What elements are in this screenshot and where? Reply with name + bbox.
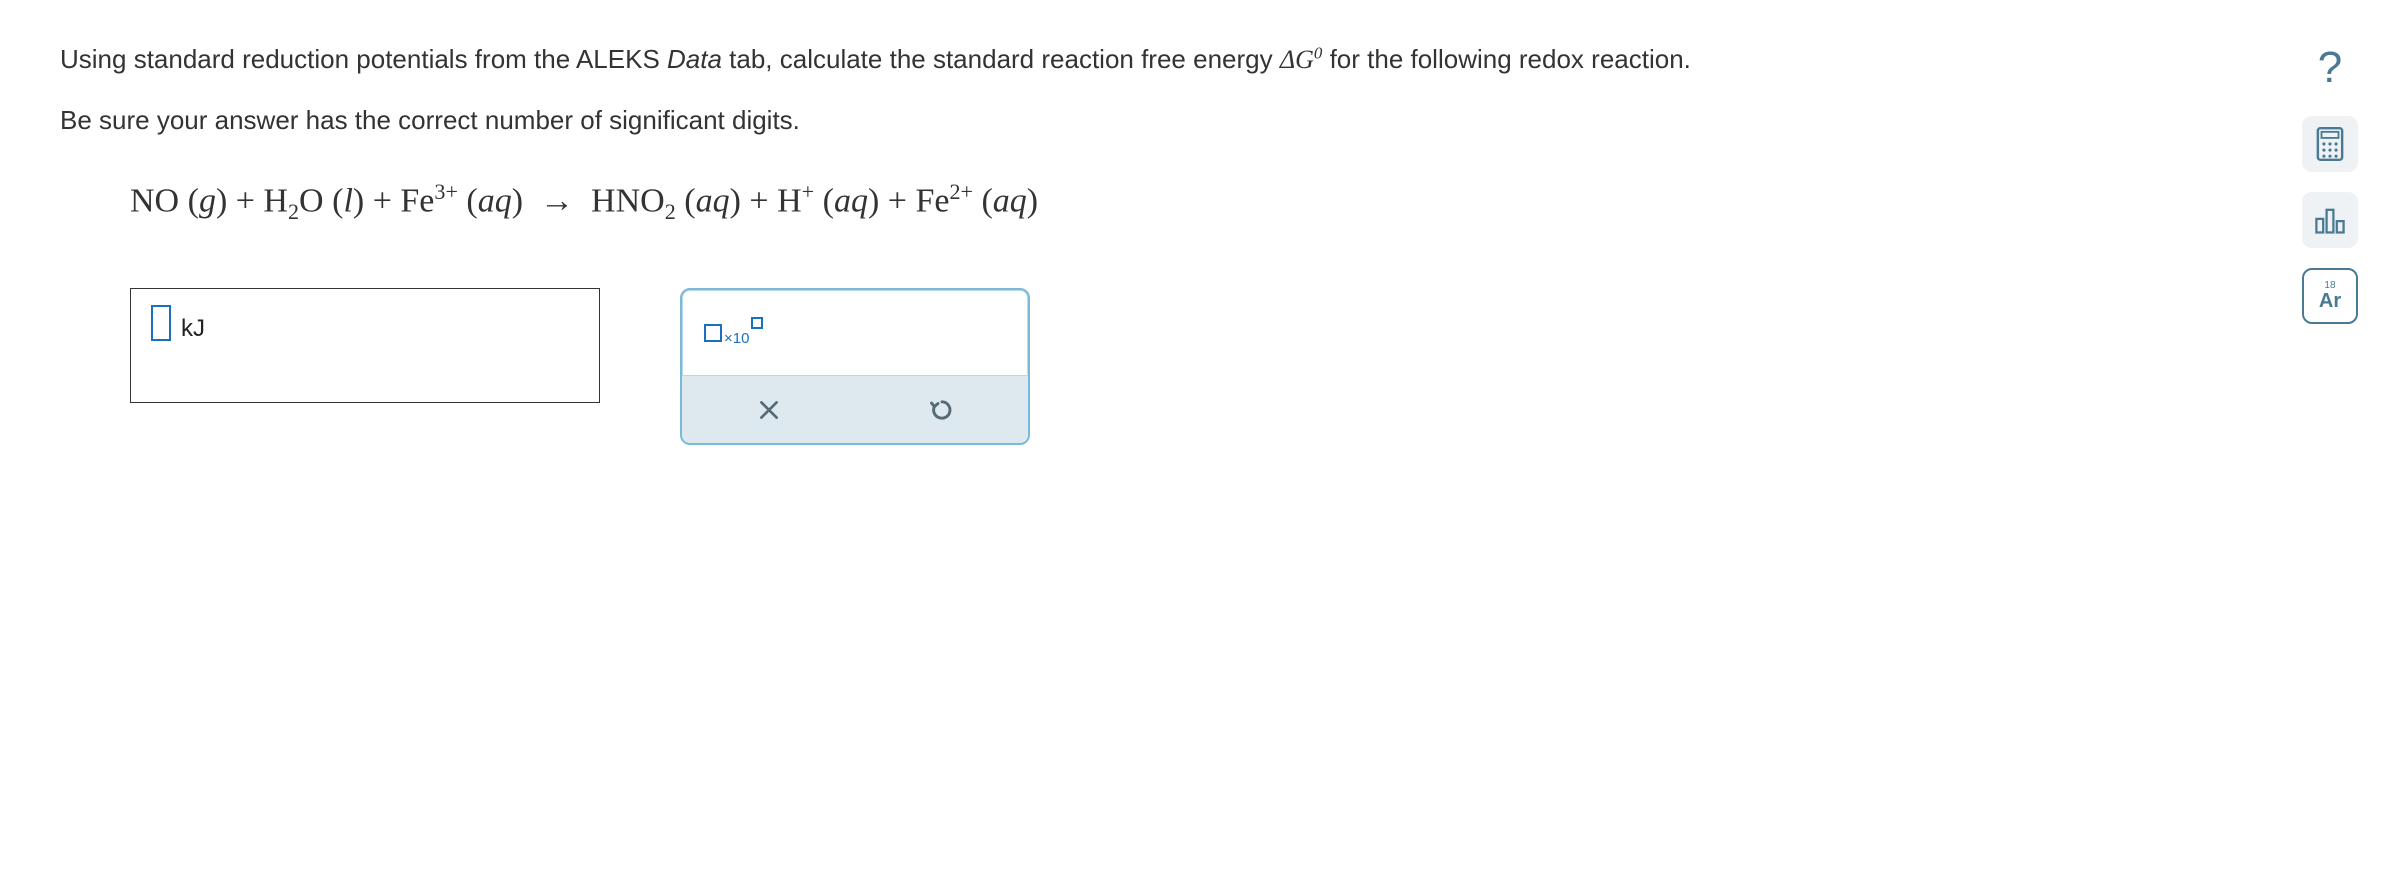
tools-bottom [682, 375, 1028, 443]
tools-panel: ×10 [680, 288, 1030, 445]
question-line-2: Be sure your answer has the correct numb… [60, 101, 2328, 140]
q1-post: for the following redox reaction. [1322, 44, 1691, 74]
undo-icon [928, 396, 956, 424]
q1-pre: Using standard reduction potentials from… [60, 44, 667, 74]
sci-exponent-box-icon [751, 318, 763, 348]
q1-mid: tab, calculate the standard reaction fre… [722, 44, 1280, 74]
scientific-notation-button[interactable]: ×10 [704, 318, 763, 348]
answer-row: kJ ×10 [130, 288, 2328, 445]
question-line-1: Using standard reduction potentials from… [60, 40, 2328, 79]
tools-top: ×10 [682, 290, 1028, 375]
bar-chart-icon [2313, 205, 2347, 235]
x-icon [756, 397, 782, 423]
periodic-icon: 18 Ar [2319, 281, 2341, 311]
sidebar: ? 18 Ar [2302, 40, 2358, 324]
question-area: Using standard reduction potentials from… [0, 0, 2388, 485]
calculator-icon [2315, 127, 2345, 161]
periodic-table-button[interactable]: 18 Ar [2302, 268, 2358, 324]
answer-input[interactable] [151, 305, 171, 341]
delta-g-symbol: ΔG0 [1280, 45, 1323, 74]
graph-button[interactable] [2302, 192, 2358, 248]
q1-data-word: Data [667, 44, 722, 74]
answer-unit: kJ [181, 305, 205, 347]
calculator-button[interactable] [2302, 116, 2358, 172]
sci-label: ×10 [724, 328, 749, 351]
help-button[interactable]: ? [2302, 40, 2358, 96]
sci-mantissa-box-icon [704, 324, 722, 342]
help-icon: ? [2318, 43, 2342, 93]
clear-button[interactable] [749, 390, 789, 430]
answer-box: kJ [130, 288, 600, 403]
redox-equation: NO (g) + H2O (l) + Fe3+ (aq) → HNO2 (aq)… [130, 175, 2328, 228]
reset-button[interactable] [922, 390, 962, 430]
